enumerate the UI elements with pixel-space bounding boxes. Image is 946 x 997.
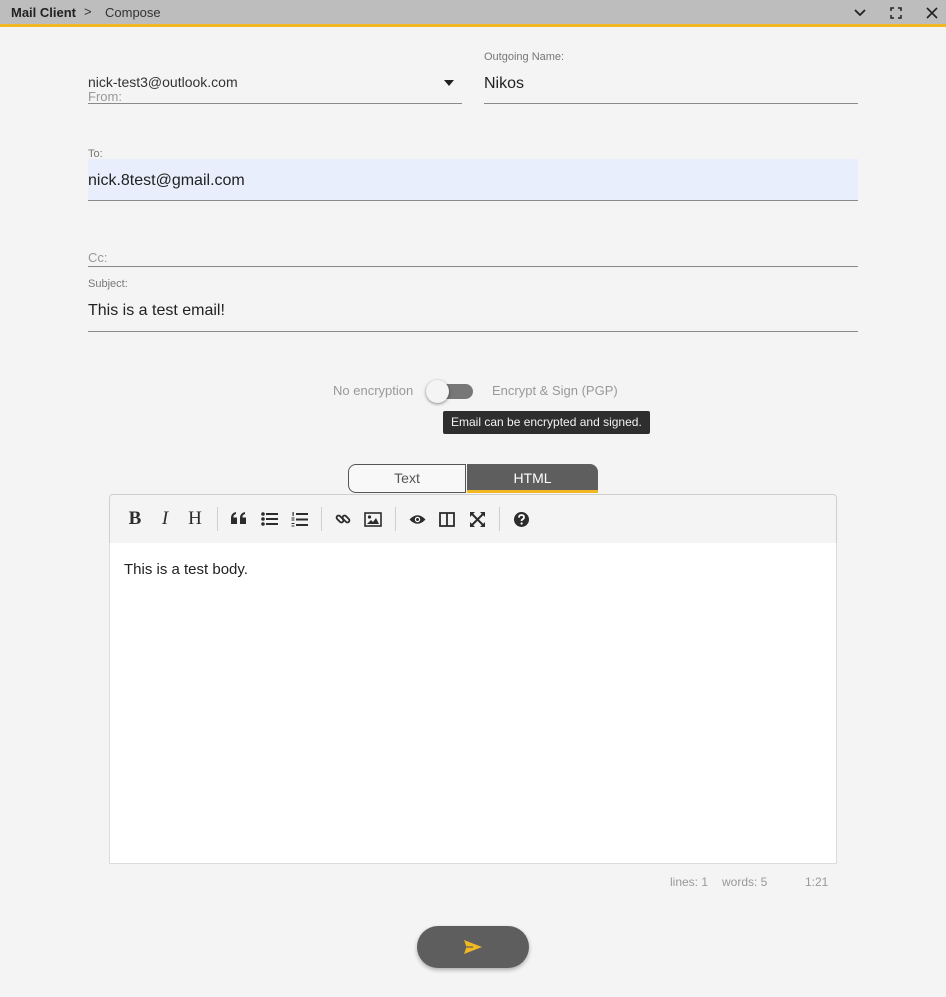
toolbar-divider	[499, 507, 500, 531]
numbered-list-icon[interactable]	[285, 505, 313, 533]
app-name[interactable]: Mail Client	[11, 5, 76, 20]
breadcrumb-current-page: Compose	[105, 5, 161, 20]
subject-label: Subject:	[88, 278, 128, 290]
to-field[interactable]: nick.8test@gmail.com	[88, 159, 858, 201]
toolbar-divider	[395, 507, 396, 531]
cc-label: Cc:	[88, 250, 108, 265]
subject-underline	[88, 331, 858, 332]
subject-input[interactable]: This is a test email!	[88, 302, 225, 320]
link-icon[interactable]	[329, 505, 357, 533]
bold-icon[interactable]: B	[121, 505, 149, 533]
maximize-icon[interactable]	[885, 3, 907, 23]
tab-text[interactable]: Text	[348, 464, 466, 493]
no-encryption-label: No encryption	[333, 383, 414, 398]
outgoing-name-underline	[484, 103, 858, 104]
from-value[interactable]: nick-test3@outlook.com	[88, 74, 238, 90]
side-by-side-icon[interactable]	[433, 505, 461, 533]
outgoing-name-label: Outgoing Name:	[484, 51, 565, 63]
encrypt-sign-label: Encrypt & Sign (PGP)	[492, 383, 618, 398]
breadcrumb-separator: >	[84, 4, 92, 19]
from-underline	[88, 103, 462, 104]
editor-toolbar: B I H	[109, 494, 837, 544]
toolbar-divider	[321, 507, 322, 531]
image-icon[interactable]	[359, 505, 387, 533]
encryption-toggle-knob[interactable]	[426, 380, 449, 403]
italic-icon[interactable]: I	[151, 505, 179, 533]
markdown-editor[interactable]: This is a test body.	[109, 543, 837, 864]
cc-underline	[88, 266, 858, 267]
title-bar: Mail Client > Compose	[0, 0, 946, 27]
status-cursor: 1:21	[805, 875, 829, 889]
help-icon[interactable]	[507, 505, 535, 533]
fullscreen-icon[interactable]	[463, 505, 491, 533]
toolbar-divider	[217, 507, 218, 531]
editor-body-text: This is a test body.	[124, 561, 248, 578]
send-icon	[464, 940, 482, 954]
dropdown-arrow-icon[interactable]	[444, 80, 454, 86]
encryption-tooltip: Email can be encrypted and signed.	[443, 411, 650, 434]
chevron-down-icon[interactable]	[849, 3, 871, 23]
heading-icon[interactable]: H	[181, 505, 209, 533]
send-button[interactable]	[417, 926, 529, 968]
quote-icon[interactable]	[225, 505, 253, 533]
bullet-list-icon[interactable]	[255, 505, 283, 533]
outgoing-name-input[interactable]: Nikos	[484, 75, 524, 93]
tab-html[interactable]: HTML	[467, 464, 598, 493]
preview-icon[interactable]	[403, 505, 431, 533]
from-label: From:	[88, 89, 122, 104]
status-lines: lines: 1	[670, 875, 709, 889]
to-input[interactable]: nick.8test@gmail.com	[88, 172, 245, 190]
status-words: words: 5	[722, 875, 768, 889]
close-icon[interactable]	[921, 3, 943, 23]
